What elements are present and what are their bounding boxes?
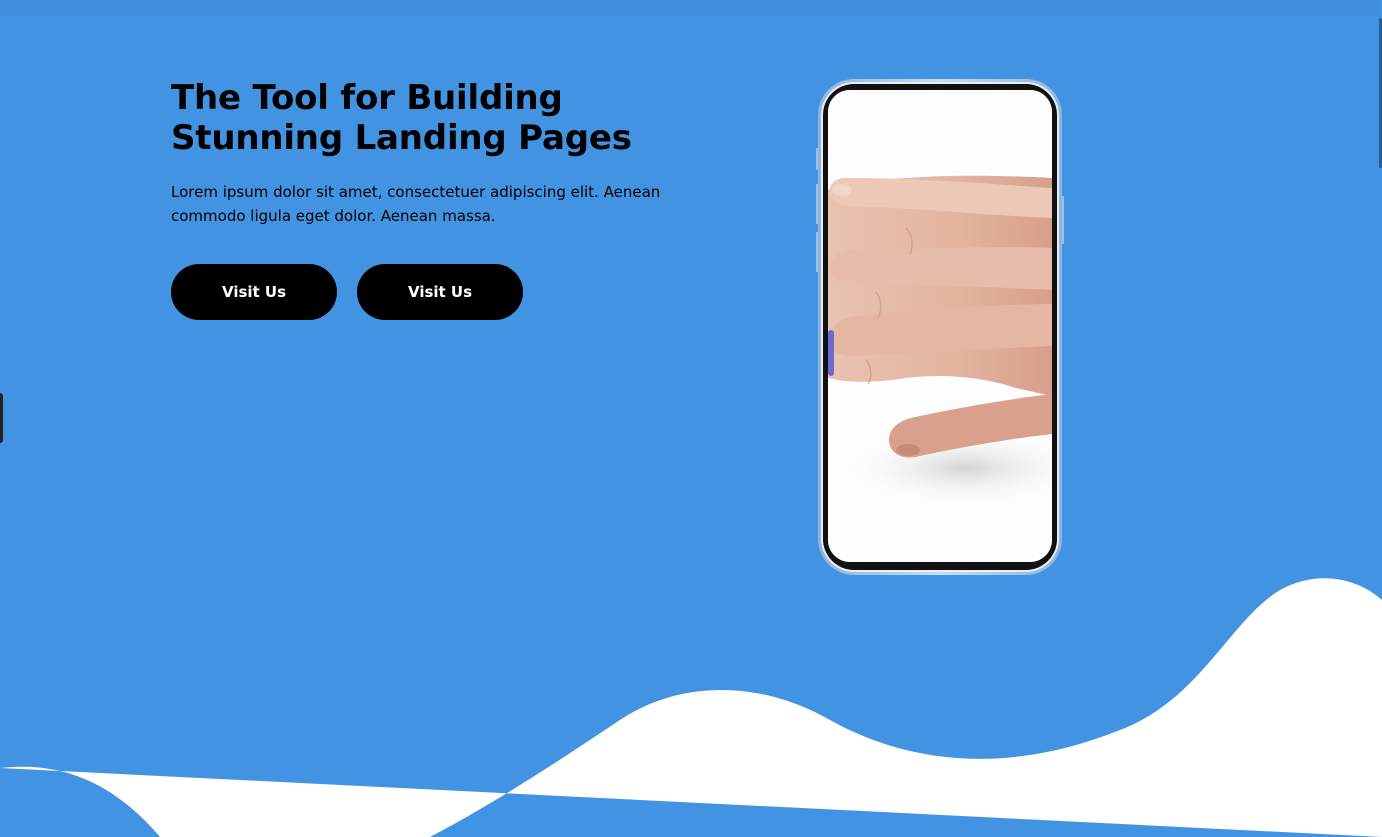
wave-divider: [0, 578, 1382, 837]
landing-page: The Tool for Building Stunning Landing P…: [0, 0, 1382, 837]
